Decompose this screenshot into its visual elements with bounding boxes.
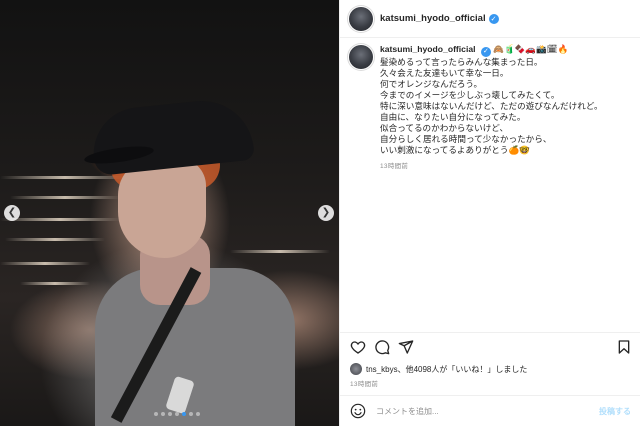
light-streak — [10, 196, 120, 199]
caption-line: 久々会えた友達もいて幸な一日。 — [380, 68, 509, 78]
caption-line: 特に深い意味はないんだけど、ただの遊びなんだけれど。 — [380, 101, 603, 111]
caption-time: 13時間前 — [380, 163, 409, 170]
header-username[interactable]: katsumi_hyodo_official — [380, 13, 486, 24]
caption-line: 自分らしく居れる時間って少なかったから、 — [380, 134, 552, 144]
light-streak — [0, 176, 130, 179]
post-time: 13時間前 — [350, 381, 379, 388]
post-header: katsumi_hyodo_official ✓ — [340, 0, 640, 38]
comment-bar: 投稿する — [340, 395, 640, 426]
bookmark-icon[interactable] — [616, 339, 632, 355]
caption-line: いい刺激になってるよありがとう🍊🤓 — [380, 145, 530, 155]
carousel-dot — [175, 412, 179, 416]
carousel-prev-button[interactable]: ❮ — [4, 205, 20, 221]
caption-avatar[interactable] — [349, 45, 373, 69]
likes-row: tns_kbys、他4098人が「いいね！」しました — [350, 363, 527, 375]
carousel-dot — [168, 412, 172, 416]
liker-avatar[interactable] — [350, 363, 362, 375]
light-streak — [0, 218, 120, 221]
smiley-icon[interactable] — [350, 403, 366, 419]
comment-input[interactable] — [376, 406, 586, 416]
post-comment-button[interactable]: 投稿する — [599, 406, 631, 417]
action-bar — [340, 332, 640, 358]
carousel-next-button[interactable]: ❯ — [318, 205, 334, 221]
caption: katsumi_hyodo_official ✓ 🙈🧃🍫🚗📸🗓🔥 髪染めるって言… — [349, 44, 634, 170]
verified-badge-icon: ✓ — [488, 13, 499, 24]
comment-bubble-icon[interactable] — [374, 339, 390, 355]
avatar[interactable] — [349, 6, 373, 31]
carousel-dot — [182, 412, 186, 416]
light-streak — [230, 250, 330, 253]
caption-text: katsumi_hyodo_official ✓ 🙈🧃🍫🚗📸🗓🔥 髪染めるって言… — [380, 44, 632, 156]
carousel-dot — [161, 412, 165, 416]
caption-line: 自由に、なりたい自分になってみた。 — [380, 112, 526, 122]
post-side-panel: katsumi_hyodo_official ✓ katsumi_hyodo_o… — [339, 0, 640, 426]
face — [118, 158, 206, 258]
caption-line: 髪染めるって言ったらみんな集まった日。 — [380, 57, 543, 67]
post-photo[interactable]: ❮ ❯ — [0, 0, 339, 426]
light-streak — [20, 282, 90, 285]
caption-body-lines: 髪染めるって言ったらみんな集まった日。 久々会えた友達もいて幸な一日。 何でオレ… — [380, 57, 603, 155]
caption-emojis: 🙈🧃🍫🚗📸🗓🔥 — [493, 44, 569, 54]
carousel-dot — [196, 412, 200, 416]
black-cap — [89, 95, 255, 177]
caption-username[interactable]: katsumi_hyodo_official — [380, 44, 476, 54]
carousel-dot — [189, 412, 193, 416]
chevron-right-icon: ❯ — [321, 207, 331, 218]
likes-text[interactable]: tns_kbys、他4098人が「いいね！」しました — [366, 364, 527, 375]
carousel-indicator — [154, 412, 200, 416]
caption-line: 何でオレンジなんだろう。 — [380, 79, 483, 89]
caption-line: 今までのイメージを少しぶっ壊してみたくて。 — [380, 90, 560, 100]
caption-line: 似合ってるのかわからないけど、 — [380, 123, 509, 133]
light-streak — [5, 238, 105, 241]
chevron-left-icon: ❮ — [7, 207, 17, 218]
verified-badge-icon: ✓ — [480, 47, 491, 57]
heart-icon[interactable] — [350, 339, 366, 355]
light-streak — [0, 262, 90, 265]
carousel-dot — [154, 412, 158, 416]
paper-plane-icon[interactable] — [398, 339, 414, 355]
